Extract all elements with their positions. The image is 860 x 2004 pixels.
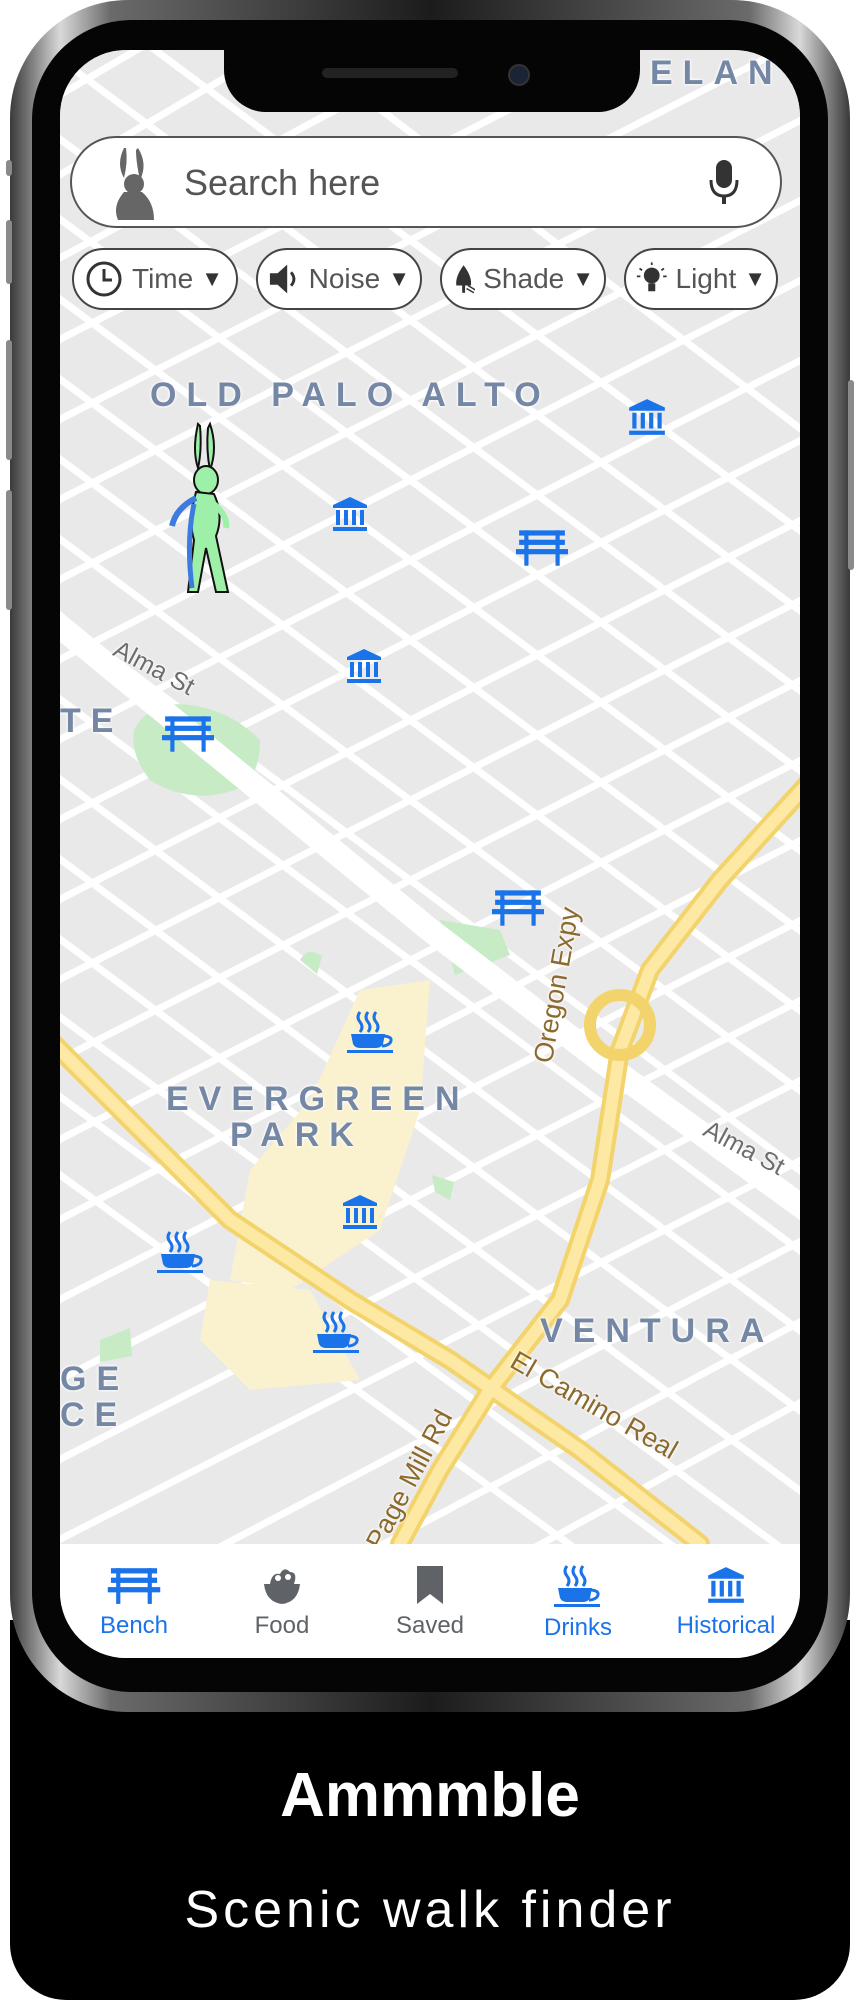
volume-down-button [6, 490, 12, 610]
bookmark-icon [417, 1566, 443, 1604]
app-tagline: Scenic walk finder [184, 1881, 676, 1939]
area-label-edge-bottom-left-1: GE [60, 1360, 130, 1398]
filter-chip-shade[interactable]: Shade ▼ [440, 248, 606, 310]
historical-marker[interactable] [626, 396, 668, 438]
nav-item-bench-label: Bench [99, 1612, 169, 1639]
bench-marker[interactable] [162, 712, 214, 754]
nav-item-food-label: Food [254, 1612, 310, 1639]
bottom-navigation: Bench Food Saved Drinks Historical [60, 1544, 800, 1658]
bench-marker[interactable] [492, 886, 544, 928]
front-camera [508, 64, 530, 86]
clock-icon [86, 261, 122, 297]
food-icon [264, 1569, 300, 1604]
chevron-down-icon: ▼ [388, 266, 410, 291]
app-title: Ammmble [280, 1761, 580, 1830]
historical-marker[interactable] [330, 494, 370, 534]
filter-chip-time-label: Time [132, 263, 194, 294]
silent-switch [6, 160, 12, 176]
drinks-marker[interactable] [346, 1010, 396, 1054]
power-button [848, 380, 854, 570]
museum-icon [704, 1564, 748, 1606]
walking-bunny-icon[interactable] [166, 420, 244, 596]
nav-item-drinks[interactable]: Drinks [508, 1544, 648, 1642]
nav-item-saved[interactable]: Saved [360, 1544, 500, 1640]
area-label-edge-bottom-left-2: CE [60, 1396, 128, 1434]
filter-chip-light[interactable]: Light ▼ [624, 248, 778, 310]
search-bar[interactable] [70, 136, 782, 228]
microphone-icon[interactable] [708, 158, 740, 208]
filter-chip-noise[interactable]: Noise ▼ [256, 248, 422, 310]
area-label-edge-top-right: ELAN [650, 54, 783, 92]
notch [224, 50, 640, 112]
filter-chip-light-label: Light [675, 263, 737, 294]
drinks-marker[interactable] [156, 1230, 206, 1274]
historical-marker[interactable] [340, 1192, 380, 1232]
area-label-evergreen: EVERGREEN [166, 1080, 470, 1118]
chevron-down-icon: ▼ [572, 266, 594, 291]
bunny-logo-icon [116, 148, 154, 220]
chevron-down-icon: ▼ [744, 266, 766, 291]
coffee-icon [553, 1564, 603, 1608]
nav-item-bench[interactable]: Bench [64, 1544, 204, 1640]
nav-item-food[interactable]: Food [212, 1544, 352, 1640]
volume-up-button [6, 340, 12, 460]
filter-chip-shade-label: Shade [483, 263, 565, 294]
area-label-edge-left: TE [60, 702, 124, 740]
chevron-down-icon: ▼ [201, 266, 223, 291]
nav-item-historical[interactable]: Historical [656, 1544, 796, 1640]
nav-item-saved-label: Saved [395, 1612, 465, 1639]
mute-switch [6, 220, 12, 284]
search-input[interactable] [182, 158, 666, 208]
drinks-marker[interactable] [312, 1310, 362, 1354]
area-label-park: PARK [230, 1116, 364, 1154]
filter-chip-time[interactable]: Time ▼ [72, 248, 238, 310]
area-label-old-palo-alto: OLD PALO ALTO [150, 376, 551, 414]
speaker-icon [269, 264, 296, 294]
earpiece-speaker [322, 68, 458, 78]
nav-item-drinks-label: Drinks [543, 1614, 612, 1641]
lightbulb-icon [636, 262, 667, 292]
area-label-ventura: VENTURA [540, 1312, 775, 1350]
bench-icon [107, 1564, 161, 1606]
nav-item-historical-label: Historical [676, 1612, 776, 1639]
tree-icon [456, 265, 476, 294]
filter-chip-noise-label: Noise [308, 263, 381, 294]
bench-marker[interactable] [516, 526, 568, 568]
phone-screen: OLD PALO ALTO EVERGREEN PARK VENTURA ELA… [60, 50, 800, 1658]
historical-marker[interactable] [344, 646, 384, 686]
